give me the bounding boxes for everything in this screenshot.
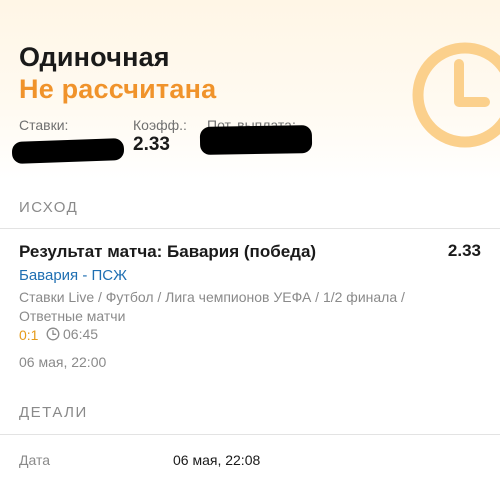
detail-date-label: Дата [19, 452, 51, 468]
detail-date-value: 06 мая, 22:08 [173, 452, 261, 468]
match-link[interactable]: Бавария - ПСЖ [19, 267, 127, 284]
details-section-title: ДЕТАЛИ [19, 404, 88, 421]
outcome-odds: 2.33 [447, 241, 481, 260]
details-divider [0, 434, 500, 435]
stake-label: Ставки: [19, 117, 69, 133]
bet-type: Одиночная [19, 42, 170, 72]
outcome-title: Результат матча: Бавария (победа) [19, 242, 317, 261]
live-time: 06:45 [46, 326, 98, 342]
event-breadcrumb: Ставки Live / Футбол / Лига чемпионов УЕ… [19, 289, 405, 324]
live-score: 0:1 [19, 327, 39, 343]
live-time-value: 06:45 [63, 326, 99, 342]
bet-status: Не рассчитана [19, 74, 217, 104]
outcome-section-title: ИСХОД [19, 199, 79, 216]
odds-value: 2.33 [133, 134, 170, 155]
event-date: 06 мая, 22:00 [19, 354, 107, 370]
clock-icon [412, 42, 500, 148]
stake-value-redacted [11, 138, 125, 164]
payout-value-redacted [199, 125, 313, 155]
odds-label: Коэфф.: [133, 117, 187, 133]
outcome-divider [0, 228, 500, 229]
clock-icon [46, 327, 60, 341]
